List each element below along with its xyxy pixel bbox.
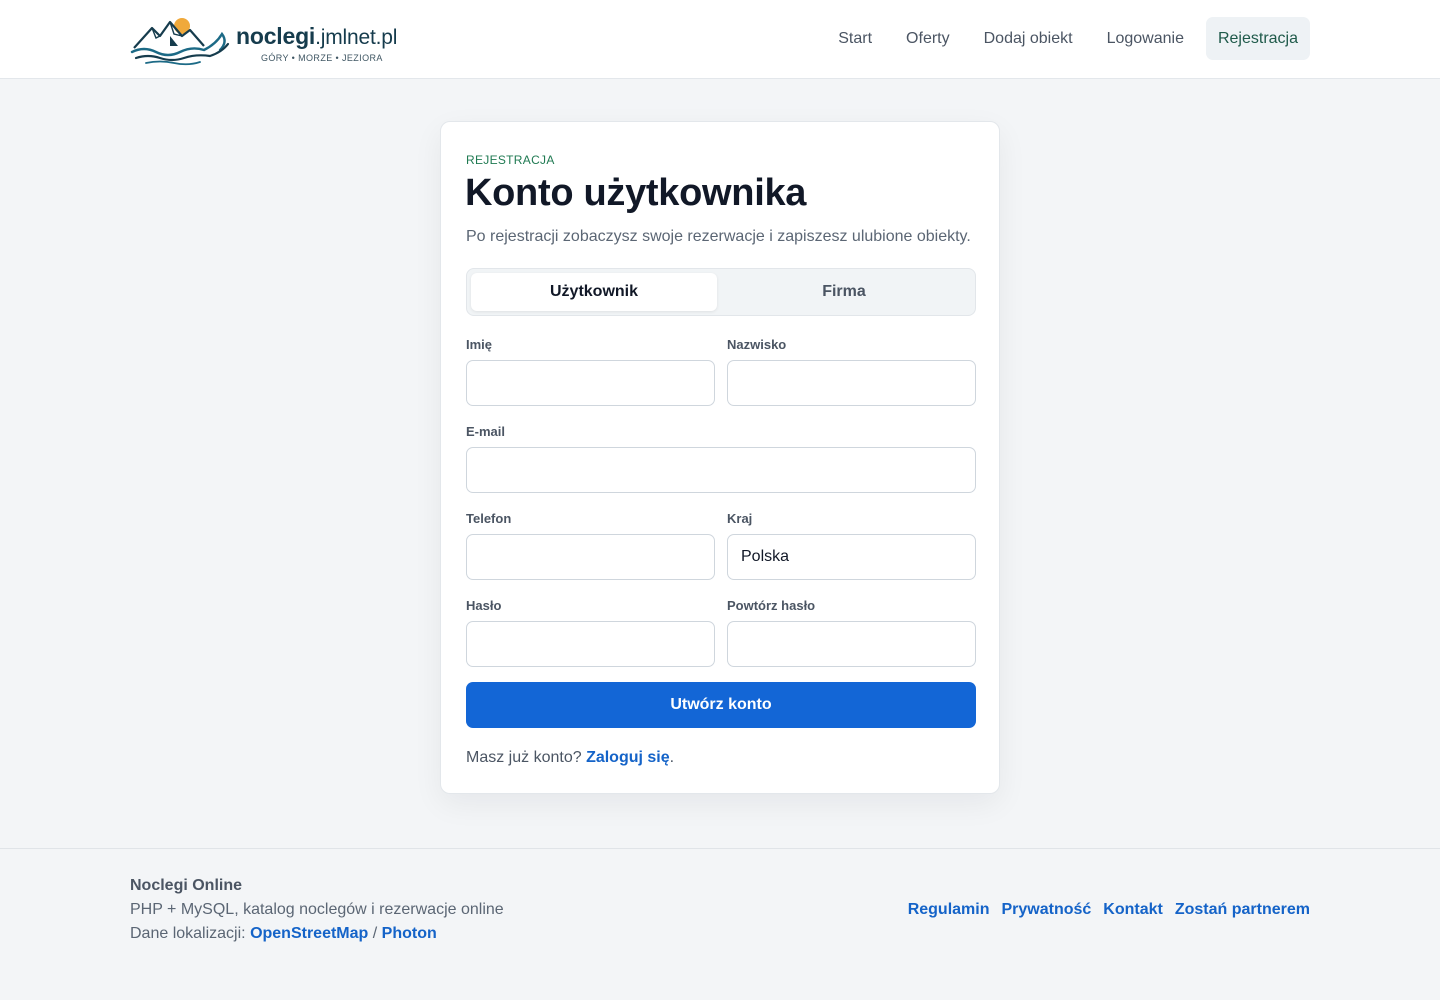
site-footer: Noclegi Online PHP + MySQL, katalog nocl… xyxy=(0,848,1440,1000)
nav-item-dodaj-obiekt[interactable]: Dodaj obiekt xyxy=(967,17,1090,60)
footer-link-regulamin[interactable]: Regulamin xyxy=(908,901,990,919)
nav-item-rejestracja[interactable]: Rejestracja xyxy=(1205,17,1310,60)
password-repeat-label: Powtórz hasło xyxy=(727,598,816,613)
first-name-label: Imię xyxy=(466,337,493,352)
photon-link[interactable]: Photon xyxy=(382,925,437,942)
country-label: Kraj xyxy=(727,511,753,526)
country-field[interactable] xyxy=(727,534,976,580)
tab-firma[interactable]: Firma xyxy=(721,273,967,311)
page-subtitle: Po rejestracji zobaczysz swoje rezerwacj… xyxy=(466,228,971,245)
login-prompt: Masz już konto? Zaloguj się. xyxy=(466,749,674,767)
main-nav: Start Oferty Dodaj obiekt Logowanie Reje… xyxy=(821,17,1310,60)
login-prompt-suffix: . xyxy=(669,749,675,766)
create-account-button[interactable]: Utwórz konto xyxy=(466,682,976,728)
openstreetmap-link[interactable]: OpenStreetMap xyxy=(250,925,368,942)
login-link[interactable]: Zaloguj się xyxy=(586,749,670,766)
login-prompt-text: Masz już konto? xyxy=(466,749,582,766)
footer-description: PHP + MySQL, katalog noclegów i rezerwac… xyxy=(130,901,504,918)
footer-data-separator: / xyxy=(372,925,378,942)
nav-item-logowanie[interactable]: Logowanie xyxy=(1090,17,1201,60)
section-eyebrow: REJESTRACJA xyxy=(466,153,555,167)
password-field[interactable] xyxy=(466,621,715,667)
phone-label: Telefon xyxy=(466,511,512,526)
password-repeat-field[interactable] xyxy=(727,621,976,667)
account-type-tabs: Użytkownik Firma xyxy=(466,268,976,316)
registration-card: REJESTRACJA Konto użytkownika Po rejestr… xyxy=(440,121,1000,794)
tab-uzytkownik[interactable]: Użytkownik xyxy=(471,273,717,311)
logo-name-domain: .jmlnet.pl xyxy=(315,26,398,49)
footer-data-sources: Dane lokalizacji: OpenStreetMap / Photon xyxy=(130,925,437,943)
site-header: noclegi.jmlnet.pl GÓRY • MORZE • JEZIORA… xyxy=(0,0,1440,79)
footer-link-kontakt[interactable]: Kontakt xyxy=(1103,901,1163,919)
footer-links: Regulamin Prywatność Kontakt Zostań part… xyxy=(896,901,1310,919)
page-title: Konto użytkownika xyxy=(465,172,807,214)
nav-item-start[interactable]: Start xyxy=(821,17,889,60)
phone-field[interactable] xyxy=(466,534,715,580)
email-label: E-mail xyxy=(466,424,506,439)
footer-link-prywatnosc[interactable]: Prywatność xyxy=(1001,901,1091,919)
footer-brand: Noclegi Online xyxy=(130,877,243,894)
logo-name-bold: noclegi xyxy=(236,23,316,49)
last-name-label: Nazwisko xyxy=(727,337,787,352)
logo-tagline: GÓRY • MORZE • JEZIORA xyxy=(261,53,383,63)
password-label: Hasło xyxy=(466,598,502,613)
footer-data-prefix: Dane lokalizacji: xyxy=(130,925,246,942)
last-name-field[interactable] xyxy=(727,360,976,406)
first-name-field[interactable] xyxy=(466,360,715,406)
mountain-sea-logo-icon xyxy=(130,18,230,66)
nav-item-oferty[interactable]: Oferty xyxy=(889,17,967,60)
email-field[interactable] xyxy=(466,447,976,493)
footer-link-partner[interactable]: Zostań partnerem xyxy=(1175,901,1310,919)
site-logo[interactable]: noclegi.jmlnet.pl GÓRY • MORZE • JEZIORA xyxy=(130,14,420,66)
logo-wordmark: noclegi.jmlnet.pl xyxy=(236,23,397,50)
